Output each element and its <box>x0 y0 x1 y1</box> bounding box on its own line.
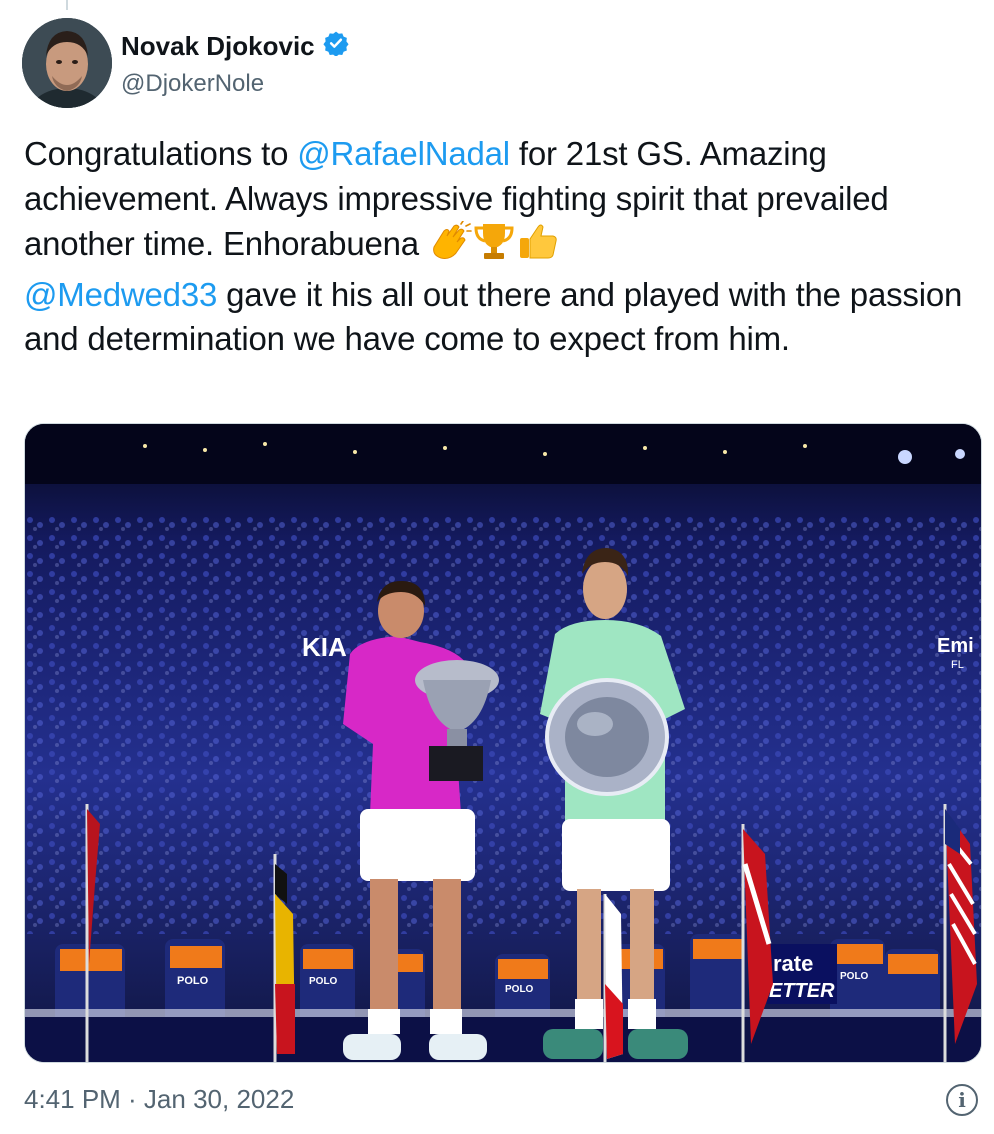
tweet-photo[interactable]: KIA Emi FL POLO POLO POLO POLO rate ETTE… <box>24 423 982 1063</box>
mention-link[interactable]: @Medwed33 <box>24 276 217 313</box>
verified-badge-icon <box>323 30 349 63</box>
sponsor-sign-sub: FL <box>951 659 964 671</box>
info-icon[interactable]: i <box>946 1084 978 1116</box>
tweet-text: Congratulations to @RafaelNadal for 21st… <box>24 132 974 362</box>
tweet-text-part: Congratulations to <box>24 135 298 172</box>
thread-connector-line <box>66 0 68 10</box>
author-avatar[interactable] <box>22 18 112 108</box>
board-text: ETTER <box>769 980 835 1002</box>
author-handle[interactable]: @DjokerNole <box>121 70 264 98</box>
author-name[interactable]: Novak Djokovic <box>121 30 349 63</box>
avatar-photo <box>22 18 112 108</box>
tweet-timestamp[interactable]: 4:41 PM · Jan 30, 2022 <box>24 1084 294 1115</box>
mention-link[interactable]: @RafaelNadal <box>297 135 510 172</box>
trophy-ceremony-photo: KIA Emi FL POLO POLO POLO POLO rate ETTE… <box>25 424 981 1062</box>
svg-text:POLO: POLO <box>177 975 209 987</box>
sponsor-sign: Emi <box>937 635 974 657</box>
thumbs-up-icon <box>516 221 560 273</box>
svg-text:POLO: POLO <box>505 984 534 995</box>
author-name-text: Novak Djokovic <box>121 31 315 61</box>
trophy-icon <box>472 221 516 273</box>
kia-logo: KIA <box>302 632 347 662</box>
svg-text:POLO: POLO <box>309 976 338 987</box>
board-text: rate <box>773 951 813 976</box>
svg-text:POLO: POLO <box>840 971 869 982</box>
clapping-hands-icon <box>428 220 472 273</box>
